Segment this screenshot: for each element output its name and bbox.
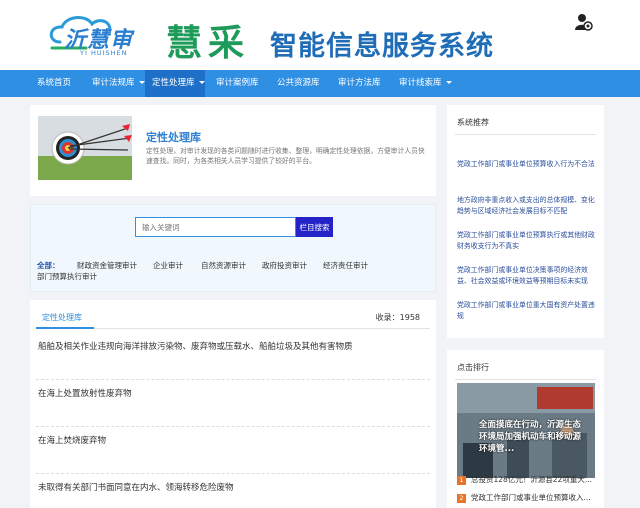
divider	[36, 473, 430, 474]
record-list-panel: 定性处理库 收录：1958 船舶及相关作业违规向海洋排放污染物、废弃物或压载水、…	[30, 300, 436, 508]
recommend-item[interactable]: 地方政府非重点收入或支出的总体规模、变化趋势与区域经济社会发展目标不匹配	[457, 195, 595, 217]
divider	[36, 426, 430, 427]
rank-item[interactable]: 2 党政工作部门或事业单位预算收入...	[457, 492, 597, 504]
nav-item-clues[interactable]: 审计线索库	[392, 70, 459, 97]
list-item[interactable]: 在海上焚烧废弃物	[38, 434, 106, 446]
intro-description: 定性处理，对审计发现的各类问题随时进行收集、整理，明确定性处理依据，方便审计人员…	[146, 147, 425, 165]
list-item[interactable]: 在海上处置放射性废弃物	[38, 387, 132, 399]
list-item[interactable]: 船舶及相关作业违规向海洋排放污染物、废弃物或压载水、船舶垃圾及其他有害物质	[38, 340, 353, 352]
category-item[interactable]: 政府投资审计	[262, 260, 307, 271]
record-count: 收录：1958	[375, 313, 420, 322]
divider	[36, 379, 430, 380]
category-item[interactable]: 自然资源审计	[201, 260, 246, 271]
rank-badge: 1	[457, 475, 466, 485]
intro-title: 定性处理库	[146, 131, 201, 144]
category-all-label[interactable]: 全部：	[37, 260, 60, 271]
system-title: 智能信息服务系统	[270, 31, 494, 62]
list-item[interactable]: 未取得有关部门书面同意在内水、领海转移危险废物	[38, 481, 234, 493]
search-button[interactable]: 栏目搜索	[296, 217, 333, 237]
intro-panel: 定性处理库 定性处理，对审计发现的各类问题随时进行收集、整理，明确定性处理依据，…	[30, 105, 436, 196]
hot-title: 点击排行	[457, 363, 489, 372]
recommend-item[interactable]: 党政工作部门或事业单位决策事项的经济效益、社会效益或环境效益等预期目标未实现	[457, 265, 595, 287]
category-item[interactable]: 部门预算执行审计	[37, 271, 97, 282]
nav-item-methods[interactable]: 审计方法库	[331, 70, 388, 97]
target-archery-image	[38, 116, 132, 180]
nav-label: 审计法规库	[92, 78, 135, 88]
recommend-item[interactable]: 党政工作部门或事业单位预算执行或其他财政财务收支行为不真实	[457, 230, 595, 252]
nav-label: 定性处理库	[152, 78, 195, 88]
tab-qualitative[interactable]: 定性处理库	[42, 312, 82, 323]
nav-label: 审计线索库	[399, 78, 442, 88]
rank-text: 总投资128亿元！沂源县22项重大...	[471, 475, 593, 484]
divider	[36, 328, 430, 329]
logo-subtext: YI HUISHEN	[80, 49, 128, 57]
nav-item-public-resources[interactable]: 公共资源库	[270, 70, 327, 97]
hot-news-image[interactable]: 全面摸底在行动，沂源生态环境局加强机动车和移动源环境管...	[457, 383, 595, 478]
recommend-item[interactable]: 党政工作部门或事业单位预算收入行为不合法	[457, 159, 595, 170]
category-item[interactable]: 财政资金管理审计	[77, 260, 137, 271]
nav-label: 公共资源库	[277, 78, 320, 88]
nav-label: 审计方法库	[338, 78, 381, 88]
recommend-item[interactable]: 党政工作部门或事业单位重大国有资产处置违规	[457, 300, 595, 322]
nav-item-cases[interactable]: 审计案例库	[209, 70, 266, 97]
chevron-down-icon	[445, 81, 452, 84]
brand-name: 慧采	[166, 22, 251, 64]
nav-item-qualitative[interactable]: 定性处理库	[145, 70, 205, 97]
divider	[455, 379, 596, 380]
divider	[455, 134, 596, 135]
rank-badge: 2	[457, 493, 466, 503]
chevron-down-icon	[198, 81, 205, 84]
user-gear-icon[interactable]	[575, 13, 593, 31]
hot-image-caption: 全面摸底在行动，沂源生态环境局加强机动车和移动源环境管...	[479, 420, 582, 454]
rank-text: 党政工作部门或事业单位预算收入...	[471, 493, 591, 502]
nav-item-regulations[interactable]: 审计法规库	[85, 70, 152, 97]
recommend-title: 系统推荐	[457, 118, 489, 127]
main-nav: 系统首页 审计法规库 定性处理库 审计案例库 公共资源库 审计方法库 审计线索库	[0, 70, 640, 97]
header: 沂慧审 YI HUISHEN 慧采 智能信息服务系统	[0, 0, 640, 70]
nav-item-home[interactable]: 系统首页	[30, 70, 78, 97]
nav-label: 审计案例库	[216, 78, 259, 88]
recommend-panel: 系统推荐 党政工作部门或事业单位预算收入行为不合法 地方政府非重点收入或支出的总…	[447, 105, 604, 338]
search-input[interactable]	[135, 217, 296, 237]
tab-active-indicator	[36, 327, 94, 329]
hot-ranking-panel: 点击排行 全面摸底在行动，沂源生态环境局加强机动车和移动源环境管... 1 总投资…	[447, 350, 604, 508]
logo[interactable]: 沂慧审 YI HUISHEN	[46, 12, 158, 60]
rank-item[interactable]: 1 总投资128亿元！沂源县22项重大...	[457, 474, 597, 486]
search-panel: 栏目搜索 全部： 财政资金管理审计 企业审计 自然资源审计 政府投资审计 经济责…	[30, 204, 436, 292]
category-item[interactable]: 经济责任审计	[323, 260, 368, 271]
chevron-down-icon	[138, 81, 145, 84]
nav-label: 系统首页	[37, 78, 72, 88]
category-item[interactable]: 企业审计	[153, 260, 183, 271]
